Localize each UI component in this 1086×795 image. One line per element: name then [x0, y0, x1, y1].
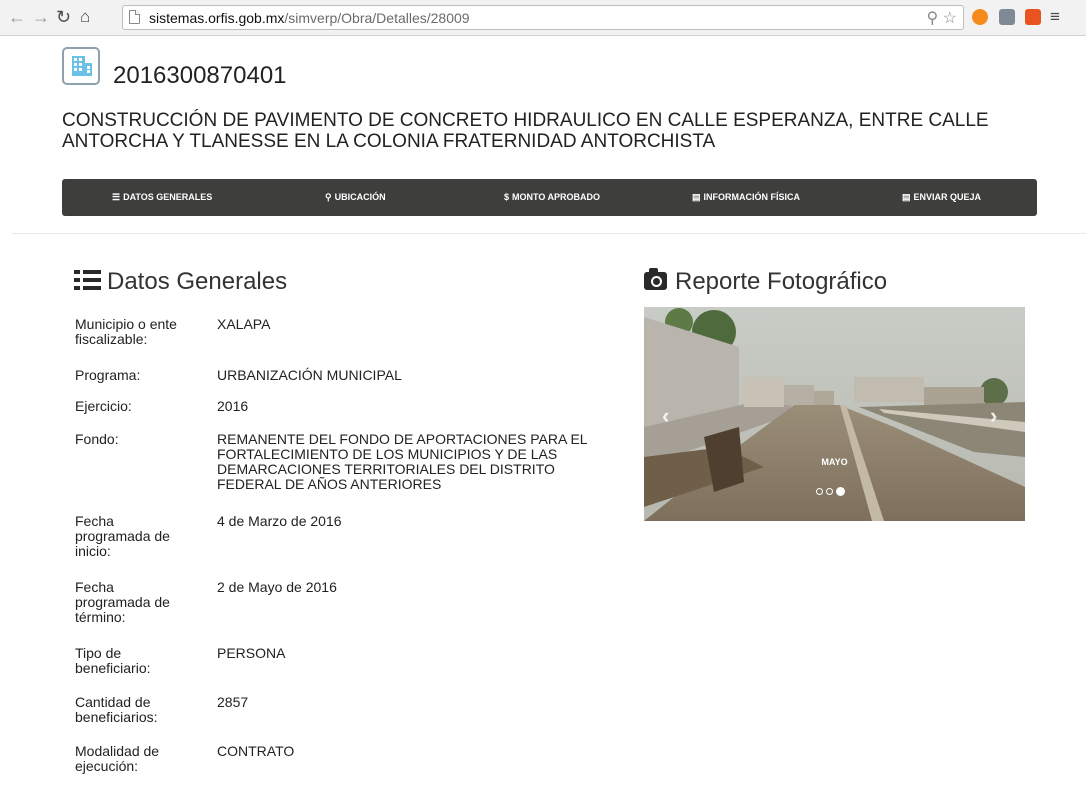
obra-id: 2016300870401 — [113, 62, 287, 89]
zoom-bookmark-icons: ⚲ ☆ — [926, 8, 957, 28]
menu-icon[interactable]: ≡ — [1050, 7, 1060, 27]
carousel-dot-1[interactable] — [816, 488, 823, 495]
field-label-ejercicio: Ejercicio: — [75, 398, 132, 414]
carousel-prev-icon[interactable]: ‹ — [662, 403, 669, 429]
tab-datos-generales[interactable]: ☰ DATOS GENERALES — [112, 179, 212, 216]
carousel-caption: MAYO — [821, 457, 848, 467]
field-label-fecha-inicio: Fecha programada de inicio: — [75, 513, 170, 559]
field-value-fondo: REMANENTE DEL FONDO DE APORTACIONES PARA… — [217, 431, 588, 492]
carousel-dot-2[interactable] — [826, 488, 833, 495]
field-value-fecha-termino: 2 de Mayo de 2016 — [217, 579, 337, 595]
divider — [12, 233, 1086, 234]
field-label-fondo: Fondo: — [75, 431, 119, 447]
extension-f-icon[interactable] — [999, 9, 1015, 25]
field-value-municipio: XALAPA — [217, 316, 271, 332]
field-value-programa: URBANIZACIÓN MUNICIPAL — [217, 367, 402, 383]
dollar-icon: $ — [504, 192, 510, 202]
office-icon[interactable] — [1025, 9, 1041, 25]
home-icon[interactable]: ⌂ — [80, 7, 90, 27]
reporte-fotografico-heading: Reporte Fotográfico — [644, 268, 887, 296]
list-icon — [74, 270, 101, 290]
page-icon — [129, 10, 140, 24]
list-alt-icon: ▤ — [902, 192, 911, 202]
field-label-fecha-termino: Fecha programada de término: — [75, 579, 170, 625]
map-marker-icon: ⚲ — [325, 192, 332, 202]
building-icon — [62, 47, 100, 85]
camera-icon — [644, 268, 667, 290]
field-value-cantidad-beneficiarios: 2857 — [217, 694, 249, 710]
address-bar[interactable]: sistemas.orfis.gob.mx/simverp/Obra/Detal… — [122, 5, 964, 30]
back-arrow-icon[interactable]: ← — [8, 7, 26, 27]
tab-ubicacion[interactable]: ⚲ UBICACIÓN — [325, 179, 386, 216]
zoom-icon[interactable]: ⚲ — [926, 10, 938, 27]
browser-toolbar: ← → ↻ ⌂ sistemas.orfis.gob.mx/simverp/Ob… — [0, 0, 1086, 36]
forward-arrow-icon[interactable]: → — [32, 7, 50, 27]
field-label-cantidad-beneficiarios: Cantidad de beneficiarios: — [75, 694, 158, 725]
url-text: sistemas.orfis.gob.mx/simverp/Obra/Detal… — [149, 10, 470, 26]
field-label-tipo-beneficiario: Tipo de beneficiario: — [75, 645, 151, 676]
obra-title: CONSTRUCCIÓN DE PAVIMENTO DE CONCRETO HI… — [62, 110, 989, 152]
photo-carousel[interactable]: ‹ › MAYO — [644, 307, 1025, 521]
field-value-ejercicio: 2016 — [217, 398, 249, 414]
bookmark-star-icon[interactable]: ☆ — [943, 10, 957, 27]
field-label-modalidad: Modalidad de ejecución: — [75, 743, 160, 774]
section-nav: ☰ DATOS GENERALES ⚲ UBICACIÓN $ MONTO APROB… — [62, 179, 1037, 216]
carousel-dot-3[interactable] — [836, 487, 845, 496]
tab-informacion-fisica[interactable]: ▤ INFORMACIÓN FÍSICA — [692, 179, 800, 216]
tab-enviar-queja[interactable]: ▤ ENVIAR QUEJA — [902, 179, 981, 216]
field-value-tipo-beneficiario: PERSONA — [217, 645, 286, 661]
datos-generales-heading: Datos Generales — [74, 268, 287, 296]
list-icon: ☰ — [112, 192, 121, 202]
field-value-modalidad: CONTRATO — [217, 743, 295, 759]
carousel-indicators — [816, 482, 848, 500]
extension-fire-icon[interactable] — [972, 9, 988, 25]
field-label-municipio: Municipio o ente fiscalizable: — [75, 316, 177, 347]
field-value-fecha-inicio: 4 de Marzo de 2016 — [217, 513, 342, 529]
tab-monto-aprobado[interactable]: $ MONTO APROBADO — [504, 179, 600, 216]
field-label-programa: Programa: — [75, 367, 141, 383]
reload-icon[interactable]: ↻ — [56, 7, 71, 27]
carousel-next-icon[interactable]: › — [990, 403, 997, 429]
list-alt-icon: ▤ — [692, 192, 701, 202]
